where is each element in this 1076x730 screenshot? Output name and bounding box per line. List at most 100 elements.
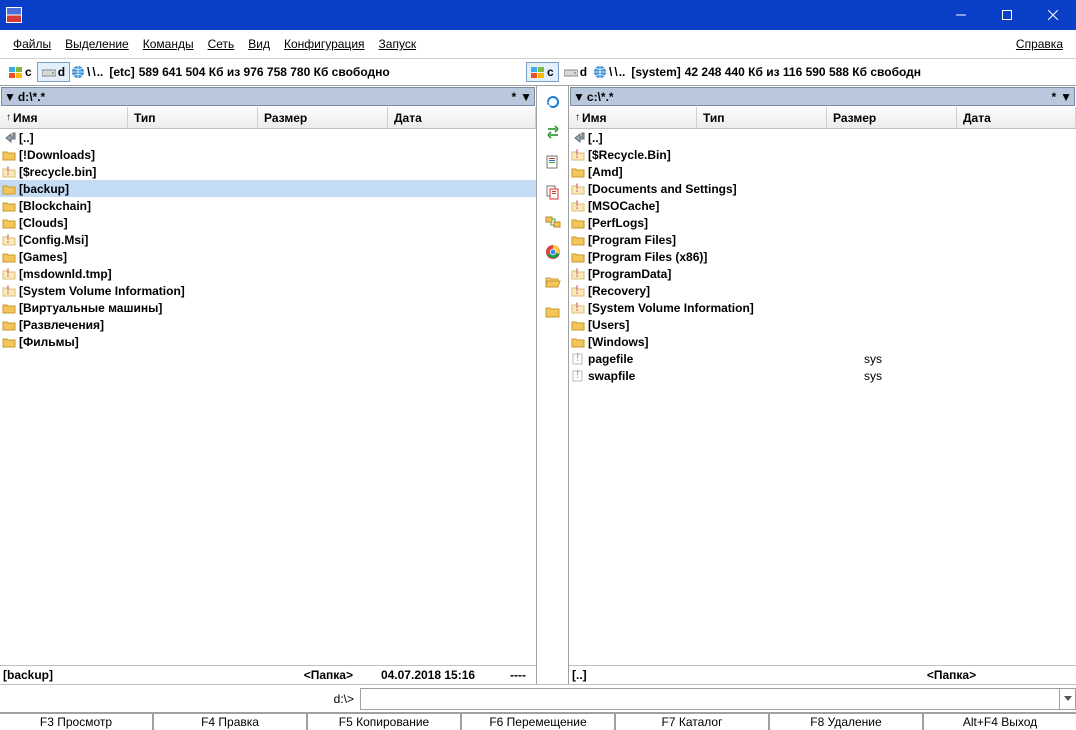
f6-button[interactable]: F6 Перемещение bbox=[462, 714, 616, 730]
menu-help[interactable]: Справка bbox=[1009, 33, 1070, 55]
minimize-button[interactable] bbox=[938, 0, 984, 30]
list-item[interactable]: ![Documents and Settings] bbox=[569, 180, 1076, 197]
copy-icon[interactable] bbox=[543, 182, 563, 202]
drive-c-right[interactable]: c bbox=[526, 62, 559, 82]
drive-d-right[interactable]: d bbox=[559, 62, 592, 82]
list-item[interactable]: ![Recovery] bbox=[569, 282, 1076, 299]
col-size[interactable]: Размер bbox=[258, 107, 388, 128]
col-date[interactable]: Дата bbox=[957, 107, 1076, 128]
svg-text:!: ! bbox=[575, 302, 579, 314]
list-item[interactable]: [Развлечения] bbox=[0, 316, 536, 333]
svg-text:!: ! bbox=[576, 370, 579, 381]
list-item[interactable]: [Amd] bbox=[569, 163, 1076, 180]
drive-c-left[interactable]: c bbox=[4, 62, 37, 82]
right-panel: ▼ c:\*.* * ▼ ↑Имя Тип Размер Дата [..]![… bbox=[569, 86, 1076, 684]
col-name[interactable]: ↑Имя bbox=[0, 107, 128, 128]
menu-net[interactable]: Сеть bbox=[201, 33, 242, 55]
list-item[interactable]: [Program Files (x86)] bbox=[569, 248, 1076, 265]
menu-config[interactable]: Конфигурация bbox=[277, 33, 372, 55]
list-item[interactable]: [Clouds] bbox=[0, 214, 536, 231]
command-input[interactable] bbox=[360, 688, 1060, 710]
command-prompt: d:\> bbox=[0, 692, 360, 706]
favorites-icon[interactable]: * bbox=[1047, 90, 1060, 104]
favorites-icon[interactable]: * bbox=[507, 90, 520, 104]
dropdown-icon[interactable]: ▼ bbox=[1060, 90, 1072, 104]
close-button[interactable] bbox=[1030, 0, 1076, 30]
maximize-button[interactable] bbox=[984, 0, 1030, 30]
list-item[interactable]: ![Config.Msi] bbox=[0, 231, 536, 248]
app-icon bbox=[6, 7, 22, 23]
windows-drive-icon bbox=[531, 67, 545, 78]
command-line: d:\> bbox=[0, 684, 1076, 712]
list-item[interactable]: ![ProgramData] bbox=[569, 265, 1076, 282]
hdd-icon bbox=[42, 67, 56, 78]
sync-icon[interactable] bbox=[543, 122, 563, 142]
svg-text:!: ! bbox=[575, 268, 579, 280]
col-date[interactable]: Дата bbox=[388, 107, 536, 128]
folder-open-icon[interactable] bbox=[543, 272, 563, 292]
list-item[interactable]: ![msdownld.tmp] bbox=[0, 265, 536, 282]
list-item[interactable]: [Виртуальные машины] bbox=[0, 299, 536, 316]
col-size[interactable]: Размер bbox=[827, 107, 957, 128]
f5-button[interactable]: F5 Копирование bbox=[308, 714, 462, 730]
altf4-button[interactable]: Alt+F4 Выход bbox=[924, 714, 1076, 730]
list-item[interactable]: [..] bbox=[0, 129, 536, 146]
menu-start[interactable]: Запуск bbox=[372, 33, 424, 55]
chrome-icon[interactable] bbox=[543, 242, 563, 262]
f3-button[interactable]: F3 Просмотр bbox=[0, 714, 154, 730]
network-icon[interactable] bbox=[70, 65, 86, 79]
vertical-toolbar bbox=[537, 86, 569, 684]
col-type[interactable]: Тип bbox=[128, 107, 258, 128]
svg-text:!: ! bbox=[575, 149, 579, 161]
list-item[interactable]: [Users] bbox=[569, 316, 1076, 333]
menu-select[interactable]: Выделение bbox=[58, 33, 136, 55]
list-item[interactable]: [Games] bbox=[0, 248, 536, 265]
titlebar bbox=[0, 0, 1076, 30]
f4-button[interactable]: F4 Правка bbox=[154, 714, 308, 730]
col-name[interactable]: ↑Имя bbox=[569, 107, 697, 128]
free-space-right: 42 248 440 Кб из 116 590 588 Кб свободн bbox=[685, 65, 921, 79]
drive-label-left: [etc] bbox=[109, 65, 134, 79]
list-item[interactable]: [!Downloads] bbox=[0, 146, 536, 163]
list-item[interactable]: ![System Volume Information] bbox=[569, 299, 1076, 316]
list-item[interactable]: ![MSOCache] bbox=[569, 197, 1076, 214]
list-item[interactable]: [Program Files] bbox=[569, 231, 1076, 248]
history-icon[interactable]: ▼ bbox=[573, 90, 585, 104]
hdd-icon bbox=[564, 67, 578, 78]
list-item[interactable]: [backup] bbox=[0, 180, 536, 197]
right-path[interactable]: ▼ c:\*.* * ▼ bbox=[570, 87, 1075, 106]
list-item[interactable]: [Blockchain] bbox=[0, 197, 536, 214]
list-item[interactable]: !pagefilesys bbox=[569, 350, 1076, 367]
left-path[interactable]: ▼ d:\*.* * ▼ bbox=[1, 87, 535, 106]
right-file-list[interactable]: [..]![$Recycle.Bin][Amd]![Documents and … bbox=[569, 129, 1076, 665]
refresh-icon[interactable] bbox=[543, 92, 563, 112]
list-item[interactable]: ![$recycle.bin] bbox=[0, 163, 536, 180]
col-type[interactable]: Тип bbox=[697, 107, 827, 128]
menu-files[interactable]: Файлы bbox=[6, 33, 58, 55]
network-icon[interactable] bbox=[592, 65, 608, 79]
folder-icon[interactable] bbox=[543, 302, 563, 322]
menu-commands[interactable]: Команды bbox=[136, 33, 201, 55]
list-item[interactable]: [Фильмы] bbox=[0, 333, 536, 350]
history-icon[interactable]: ▼ bbox=[4, 90, 16, 104]
list-item[interactable]: ![System Volume Information] bbox=[0, 282, 536, 299]
list-item[interactable]: ![$Recycle.Bin] bbox=[569, 146, 1076, 163]
free-space-left: 589 641 504 Кб из 976 758 780 Кб свободн… bbox=[139, 65, 390, 79]
svg-text:!: ! bbox=[6, 166, 10, 178]
menu-view[interactable]: Вид bbox=[241, 33, 277, 55]
dropdown-icon[interactable]: ▼ bbox=[520, 90, 532, 104]
left-file-list[interactable]: [..][!Downloads]![$recycle.bin][backup][… bbox=[0, 129, 536, 665]
edit-icon[interactable] bbox=[543, 152, 563, 172]
f8-button[interactable]: F8 Удаление bbox=[770, 714, 924, 730]
sync-dirs-icon[interactable] bbox=[543, 212, 563, 232]
list-item[interactable]: [..] bbox=[569, 129, 1076, 146]
list-item[interactable]: [PerfLogs] bbox=[569, 214, 1076, 231]
list-item[interactable]: [Windows] bbox=[569, 333, 1076, 350]
command-history-dropdown[interactable] bbox=[1060, 688, 1076, 710]
drive-d-left[interactable]: d bbox=[37, 62, 70, 82]
path-dots: .. bbox=[619, 65, 626, 79]
windows-drive-icon bbox=[9, 67, 23, 78]
list-item[interactable]: !swapfilesys bbox=[569, 367, 1076, 384]
drivebar: c d \ \ .. [etc] 589 641 504 Кб из 976 7… bbox=[0, 58, 1076, 85]
f7-button[interactable]: F7 Каталог bbox=[616, 714, 770, 730]
